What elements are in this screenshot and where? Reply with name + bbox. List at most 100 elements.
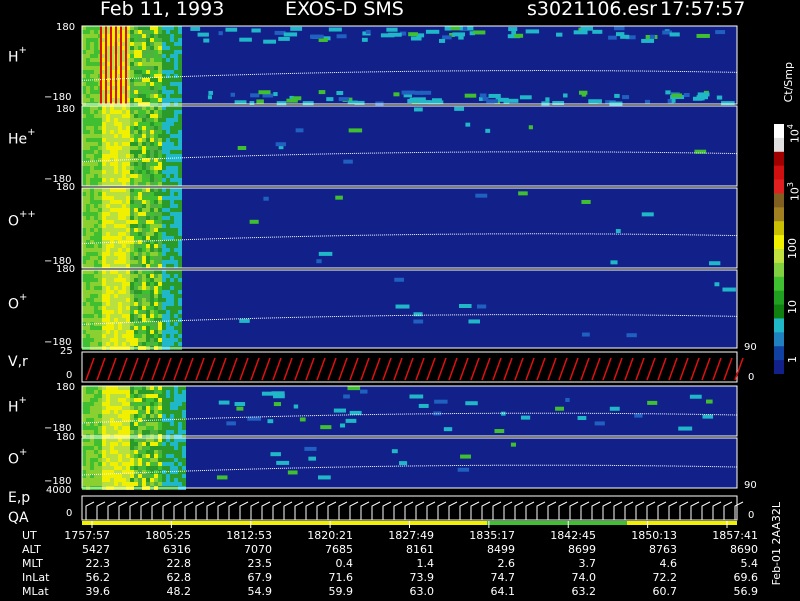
ephem-alt-7: 8763 [649,543,677,556]
ephem-inlat-4: 73.9 [409,571,435,584]
ephem-alt-8: 8690 [730,543,758,556]
ephem-inlat-5: 74.7 [490,571,516,584]
ephem-ut-8: 1857:41 [712,529,758,542]
ephem-inlat-8: 69.6 [733,571,759,584]
panel-label-qa: QA [8,510,29,526]
ytick-p3-max: 180 [56,264,76,275]
panel-bg-7 [82,496,737,520]
ytick-p2-max: 180 [56,182,76,193]
ephem-ut-5: 1835:17 [469,529,515,542]
ephem-mlat-2: 54.9 [247,585,273,598]
ytick-p5-max: 180 [56,382,76,393]
colorbar-tick-10: 10 [786,300,799,314]
ephem-inlat-2: 67.9 [247,571,273,584]
ephem-inlat-3: 71.6 [328,571,354,584]
ephem-inlat-1: 62.8 [166,571,192,584]
ephem-mlat-6: 63.2 [571,585,597,598]
colorbar-segment [774,346,784,361]
ephem-alt-0: 5427 [82,543,110,556]
panel-label-h-plus-2: H+ [8,395,27,416]
panel-label-o-plus-2: O+ [8,447,28,468]
panel-label-ep: E,p [8,490,31,506]
ytick-p0-min: −180 [44,92,72,103]
colorbar-segment [774,207,784,222]
ytick-p4-min: 0 [66,370,73,381]
right-axis-zero: 0 [748,372,755,383]
colorbar-segment [774,221,784,236]
ephem-alt-5: 8499 [487,543,515,556]
colorbar-segment [774,318,784,333]
qa-bar-green [487,521,627,525]
footer-id: Feb-01 2AA32L [770,502,783,586]
ephem-mlat-5: 64.1 [490,585,516,598]
ephem-mlt-4: 1.4 [416,557,435,570]
ephem-mlt-2: 23.5 [247,557,273,570]
ephem-inlat-7: 72.2 [652,571,678,584]
colorbar-segment [774,193,784,208]
colorbar-segment [774,304,784,319]
ephem-label-inlat: InLat [22,571,50,584]
ephem-mlat-7: 60.7 [652,585,678,598]
ephem-ut-1: 1805:25 [145,529,191,542]
ephem-mlt-7: 4.6 [659,557,678,570]
spectrogram-panels [81,25,744,528]
ephem-mlat-4: 63.0 [409,585,435,598]
ephem-ut-0: 1757:57 [64,529,110,542]
colorbar-segment [774,235,784,250]
colorbar-segment [774,165,784,181]
colorbar-segment [774,290,784,306]
ephem-alt-6: 8699 [568,543,596,556]
colorbar-tick-10000: 104 [786,124,800,144]
colorbar-segment [774,249,784,264]
ytick-p4-max: 25 [60,346,73,357]
qa-bar-yellow-2 [627,521,737,525]
ytick-p7-max: 4000 [46,485,72,496]
colorbar-segment [774,137,784,153]
colorbar-segment [774,332,784,347]
panel-label-he-plus: He+ [8,127,36,148]
qa-bar-yellow [82,521,487,525]
ytick-p1-max: 180 [56,104,76,115]
ephem-alt-2: 7070 [244,543,272,556]
ephem-mlt-1: 22.8 [166,557,192,570]
ephem-mlt-8: 5.4 [740,557,759,570]
right-axis-upper: 90 [744,342,757,353]
ytick-p7-min: 0 [66,508,73,519]
ephem-inlat-0: 56.2 [85,571,111,584]
panel-label-vr: V,r [8,354,28,370]
ytick-p0-max: 180 [56,22,76,33]
ephem-mlt-6: 3.7 [578,557,597,570]
panel-label-h-plus: H+ [8,45,27,66]
colorbar-tick-1: 1 [786,356,799,363]
ephemeris-table: UT 1757:57 1805:25 1812:53 1820:21 1827:49 183… [0,529,770,601]
ephem-label-alt: ALT [22,543,41,556]
colorbar-segment [774,151,784,167]
colorbar-tick-100: 100 [786,238,799,259]
ephem-alt-4: 8161 [406,543,434,556]
ytick-p6-max: 180 [56,432,76,443]
ephem-label-ut: UT [22,529,37,542]
ephem-mlat-3: 59.9 [328,585,354,598]
colorbar-tick-1000: 103 [786,182,800,202]
colorbar-segment [774,262,784,278]
right-axis-lower: 90 [744,480,757,491]
ephem-mlt-5: 2.6 [497,557,516,570]
ephem-alt-1: 6316 [163,543,191,556]
ephem-mlat-0: 39.6 [85,585,111,598]
ephem-ut-2: 1812:53 [226,529,272,542]
ephem-mlt-3: 0.4 [335,557,354,570]
ephem-mlt-0: 22.3 [85,557,111,570]
colorbar-segment [774,276,784,292]
ephem-alt-3: 7685 [325,543,353,556]
panel-label-o-plusplus: O++ [8,209,36,230]
ephem-mlat-1: 48.2 [166,585,192,598]
ephem-inlat-6: 74.0 [571,571,597,584]
colorbar-segment [774,360,784,374]
ephem-label-mlt: MLT [22,557,43,570]
ephem-mlat-8: 56.9 [733,585,759,598]
ephem-ut-4: 1827:49 [388,529,434,542]
ephem-ut-7: 1850:13 [631,529,677,542]
right-axis-lower-zero: 0 [748,510,755,521]
ephem-ut-6: 1842:45 [550,529,596,542]
colorbar-unit: Ct/Smp [782,62,795,103]
